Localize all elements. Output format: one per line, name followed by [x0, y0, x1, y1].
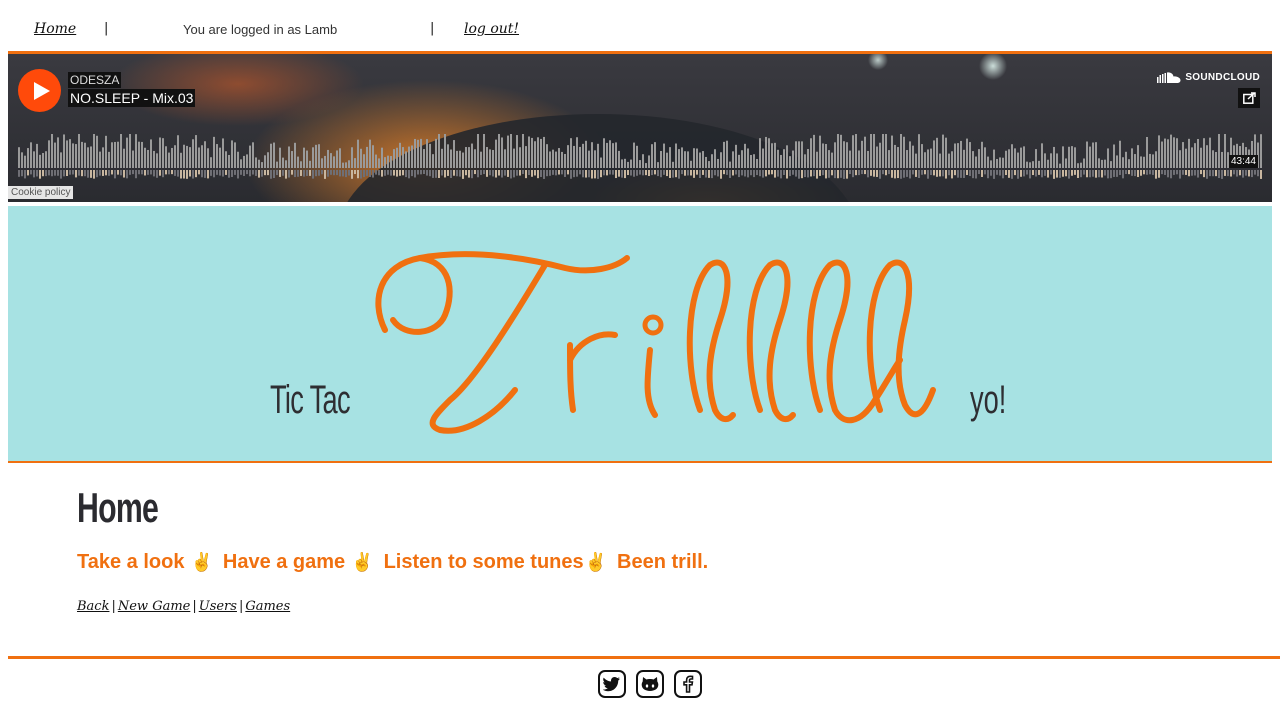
artist-name[interactable]: ODESZA: [68, 72, 122, 88]
tagline-been-trill: Been trill.: [617, 551, 709, 573]
play-button[interactable]: [18, 69, 61, 112]
top-navigation: Home | You are logged in as Lamb | log o…: [0, 0, 1280, 52]
games-link[interactable]: Games: [245, 599, 290, 614]
track-title[interactable]: NO.SLEEP - Mix.03: [68, 89, 196, 107]
track-duration: 43:44: [1228, 155, 1258, 168]
play-icon: [33, 81, 50, 100]
hero-tic-tac: Tic Tac: [270, 378, 351, 422]
peace-icon: ✌: [190, 552, 213, 572]
soundcloud-player: ODESZA NO.SLEEP - Mix.03 SOUNDCLOUD 43:4…: [8, 54, 1272, 202]
social-links: [598, 670, 702, 698]
link-separator: |: [238, 599, 244, 614]
twitter-glyph: [603, 677, 620, 692]
peace-icon: ✌: [584, 552, 608, 572]
share-button[interactable]: [1238, 88, 1260, 108]
cookie-policy-link[interactable]: Cookie policy: [8, 186, 74, 199]
facebook-icon[interactable]: [674, 670, 702, 698]
link-separator: |: [192, 599, 197, 614]
waveform[interactable]: [18, 134, 1262, 180]
hero-yo: yo!: [970, 378, 1007, 422]
peace-icon: ✌: [351, 552, 374, 572]
twitter-icon[interactable]: [598, 670, 626, 698]
divider: [8, 461, 1272, 463]
page-title: Home: [77, 484, 159, 531]
soundcloud-cloud-icon: [1157, 72, 1181, 83]
tagline: Take a look ✌ Have a game ✌ Listen to so…: [77, 551, 708, 574]
logged-in-status: You are logged in as Lamb: [183, 22, 338, 37]
tagline-listen-to-some-tunes: Listen to some tunes: [383, 551, 584, 573]
github-icon[interactable]: [636, 670, 664, 698]
hero-trilll-script: [375, 251, 936, 434]
nav-home-link[interactable]: Home: [34, 21, 76, 37]
soundcloud-brand: SOUNDCLOUD: [1185, 72, 1260, 83]
tagline-have-a-game: Have a game: [222, 551, 346, 573]
tagline-take-a-look: Take a look: [77, 551, 185, 573]
back-link[interactable]: Back: [77, 599, 109, 614]
page-links: Back | New Game | Users | Games: [77, 599, 290, 614]
new-game-link[interactable]: New Game: [118, 599, 190, 614]
users-link[interactable]: Users: [199, 599, 237, 614]
github-glyph: [641, 677, 659, 691]
share-icon: [1242, 92, 1256, 104]
link-separator: |: [111, 599, 116, 614]
nav-separator: |: [104, 21, 109, 36]
logout-link[interactable]: log out!: [464, 21, 519, 37]
facebook-glyph: [683, 675, 694, 693]
soundcloud-logo[interactable]: SOUNDCLOUD: [1157, 72, 1260, 83]
divider: [8, 656, 1280, 659]
nav-separator: |: [430, 21, 435, 36]
